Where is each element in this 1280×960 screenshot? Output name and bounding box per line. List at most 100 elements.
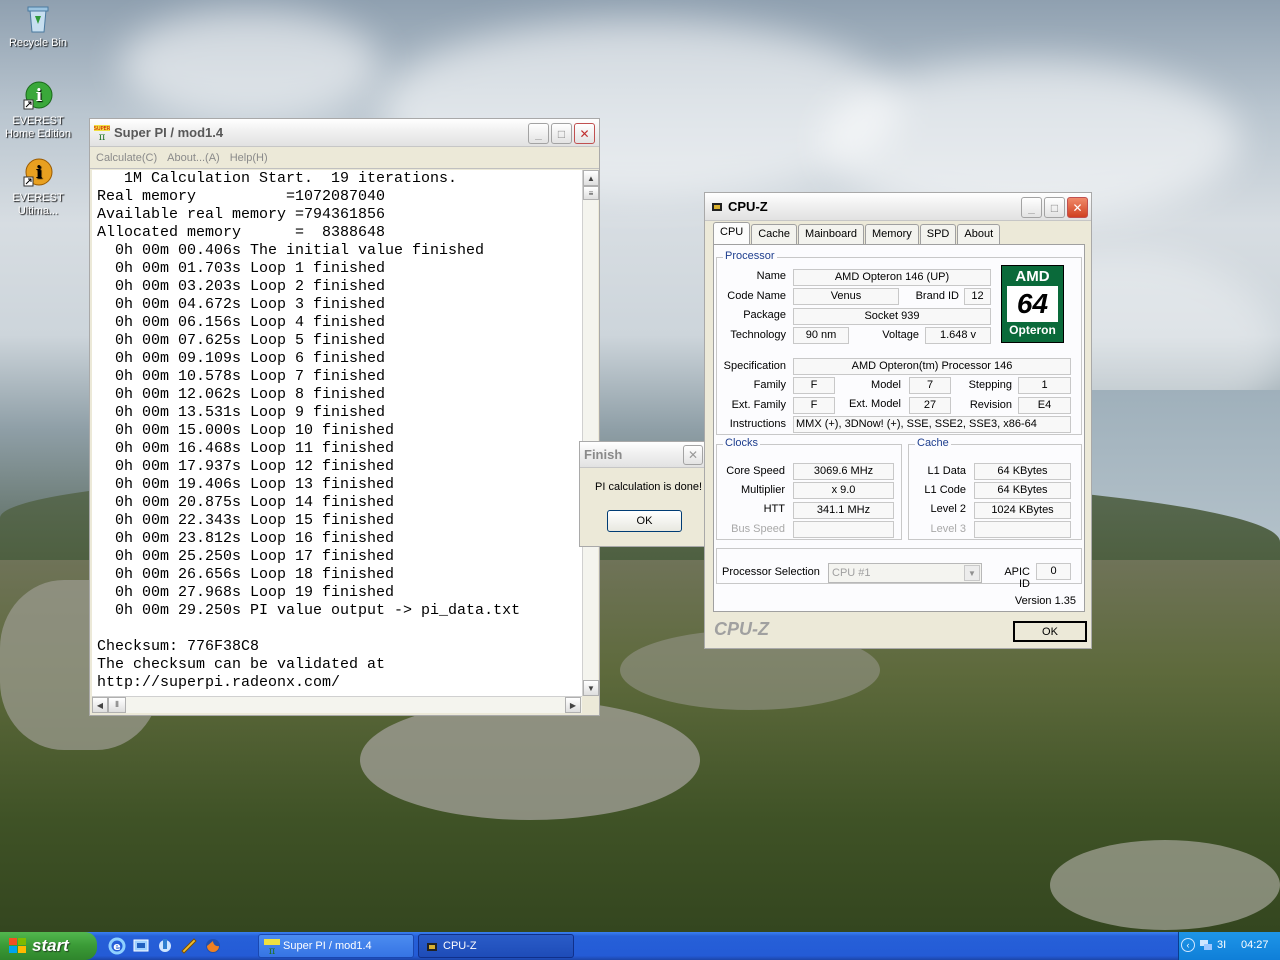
scroll-down-button[interactable]: ▼	[583, 680, 599, 696]
menu-help[interactable]: Help(H)	[230, 152, 268, 164]
tools-icon[interactable]	[180, 937, 198, 955]
amd-opteron-logo: AMD 64 Opteron	[1001, 265, 1064, 343]
everest-home-desktop-icon[interactable]: i EVEREST Home Edition	[0, 80, 76, 141]
vertical-scrollbar[interactable]: ▲ ≡ ▼	[582, 170, 599, 696]
output-line: Real memory =1072087040	[97, 188, 386, 205]
extfamily-label: Ext. Family	[731, 399, 786, 411]
voltage-label: Voltage	[882, 329, 919, 341]
clock[interactable]: 04:27	[1241, 939, 1269, 951]
level2-field: 1024 KBytes	[974, 502, 1071, 519]
close-button[interactable]: ✕	[1067, 197, 1088, 218]
show-desktop-icon[interactable]	[132, 937, 150, 955]
brandid-field: 12	[964, 288, 991, 305]
horizontal-scrollbar[interactable]: ◀ ⦀ ▶	[92, 696, 582, 713]
close-icon: ✕	[1072, 200, 1083, 215]
everest-ultimate-desktop-icon[interactable]: i EVEREST Ultima...	[0, 157, 76, 218]
level3-field	[974, 521, 1071, 538]
output-line: 0h 00m 25.250s Loop 17 finished	[97, 548, 395, 565]
stepping-field: 1	[1018, 377, 1071, 394]
output-line: 0h 00m 09.109s Loop 6 finished	[97, 350, 386, 367]
finish-close-button[interactable]: ✕	[683, 445, 703, 465]
tray-expand-icon[interactable]: ‹	[1181, 938, 1195, 952]
superpi-title: Super PI / mod1.4	[114, 125, 224, 140]
superpi-output-textarea[interactable]: 1M Calculation Start. 19 iterations. Real…	[92, 170, 582, 696]
minimize-icon: _	[1028, 200, 1035, 215]
taskbar-item-superpi[interactable]: π Super PI / mod1.4	[258, 934, 414, 958]
minimize-button[interactable]: _	[1021, 197, 1042, 218]
cpuz-task-icon	[425, 941, 439, 953]
output-line: The checksum can be validated at	[97, 656, 386, 673]
codename-field: Venus	[793, 288, 899, 305]
internet-explorer-icon[interactable]: e	[108, 937, 126, 955]
cpuz-titlebar[interactable]: CPU-Z _ □ ✕	[705, 193, 1091, 221]
package-field: Socket 939	[793, 308, 991, 325]
revision-field: E4	[1018, 397, 1071, 414]
cpuz-ok-button[interactable]: OK	[1013, 621, 1087, 642]
multiplier-field: x 9.0	[793, 482, 894, 499]
windows-media-icon[interactable]	[156, 937, 174, 955]
finish-ok-button[interactable]: OK	[607, 510, 682, 532]
menu-calculate[interactable]: Calculate(C)	[96, 152, 157, 164]
voltage-field: 1.648 v	[925, 327, 991, 344]
recycle-bin-desktop-icon[interactable]: Recycle Bin	[0, 2, 76, 50]
maximize-icon: □	[1050, 200, 1059, 215]
busspeed-label: Bus Speed	[731, 523, 785, 535]
close-button[interactable]: ✕	[574, 123, 595, 144]
output-line: http://superpi.radeonx.com/	[97, 674, 341, 691]
logo-opteron-text: Opteron	[1009, 323, 1056, 337]
brandid-label: Brand ID	[915, 290, 959, 302]
instructions-field: MMX (+), 3DNow! (+), SSE, SSE2, SSE3, x8…	[793, 416, 1071, 433]
taskbar-item-cpuz[interactable]: CPU-Z	[418, 934, 574, 958]
taskbar-item-label: Super PI / mod1.4	[283, 940, 372, 952]
name-field: AMD Opteron 146 (UP)	[793, 269, 991, 286]
tab-cache[interactable]: Cache	[751, 224, 798, 244]
grip-icon: ⦀	[115, 700, 119, 709]
network-icon[interactable]	[1199, 938, 1213, 952]
desktop-icon-label: EVEREST Ultima...	[12, 192, 64, 217]
arrow-right-icon: ▶	[569, 700, 577, 710]
l1code-label: L1 Code	[924, 484, 966, 496]
output-line: 0h 00m 01.703s Loop 1 finished	[97, 260, 386, 277]
scroll-left-button[interactable]: ◀	[92, 697, 108, 713]
maximize-button[interactable]: □	[1044, 197, 1065, 218]
close-icon: ✕	[687, 448, 699, 462]
svg-text:π: π	[269, 946, 276, 955]
superpi-titlebar[interactable]: SUPER π Super PI / mod1.4 _ □ ✕	[90, 119, 599, 147]
tab-spd[interactable]: SPD	[919, 224, 957, 244]
hscroll-thumb[interactable]: ⦀	[108, 697, 126, 713]
scroll-thumb[interactable]: ≡	[583, 186, 599, 200]
scroll-right-button[interactable]: ▶	[565, 697, 581, 713]
finish-titlebar[interactable]: Finish ✕	[580, 442, 705, 468]
output-line: 0h 00m 20.875s Loop 14 finished	[97, 494, 395, 511]
extfamily-field: F	[793, 397, 835, 414]
output-line: 0h 00m 04.672s Loop 3 finished	[97, 296, 386, 313]
superpi-app-icon: SUPER π	[94, 124, 111, 143]
instructions-label: Instructions	[729, 418, 786, 430]
scroll-up-button[interactable]: ▲	[583, 170, 599, 186]
maximize-button[interactable]: □	[551, 123, 572, 144]
superpi-task-icon: π	[264, 939, 280, 957]
tab-about[interactable]: About	[957, 224, 1001, 244]
technology-label: Technology	[730, 329, 786, 341]
chevron-down-icon[interactable]: ▼	[964, 565, 980, 581]
model-field: 7	[909, 377, 951, 394]
processor-selection-label: Processor Selection	[722, 566, 820, 578]
output-line: 1M Calculation Start. 19 iterations.	[97, 170, 458, 187]
arrow-up-icon: ▲	[587, 173, 595, 183]
tab-mainboard[interactable]: Mainboard	[798, 224, 865, 244]
busspeed-field	[793, 521, 894, 538]
minimize-button[interactable]: _	[528, 123, 549, 144]
multiplier-label: Multiplier	[740, 484, 785, 496]
start-label: start	[32, 936, 69, 955]
output-line: Checksum: 776F38C8	[97, 638, 260, 655]
menu-about[interactable]: About...(A)	[167, 152, 220, 164]
svg-text:i: i	[36, 163, 43, 183]
processor-selection-dropdown[interactable]: CPU #1 ▼	[828, 563, 982, 583]
tab-memory[interactable]: Memory	[865, 224, 919, 244]
firefox-icon[interactable]	[204, 937, 222, 955]
start-button[interactable]: start	[0, 932, 97, 960]
tab-cpu[interactable]: CPU	[713, 222, 751, 244]
extmodel-label: Ext. Model	[849, 398, 901, 410]
cpuz-tab-strip: CPU Cache Mainboard Memory SPD About	[713, 222, 1001, 244]
